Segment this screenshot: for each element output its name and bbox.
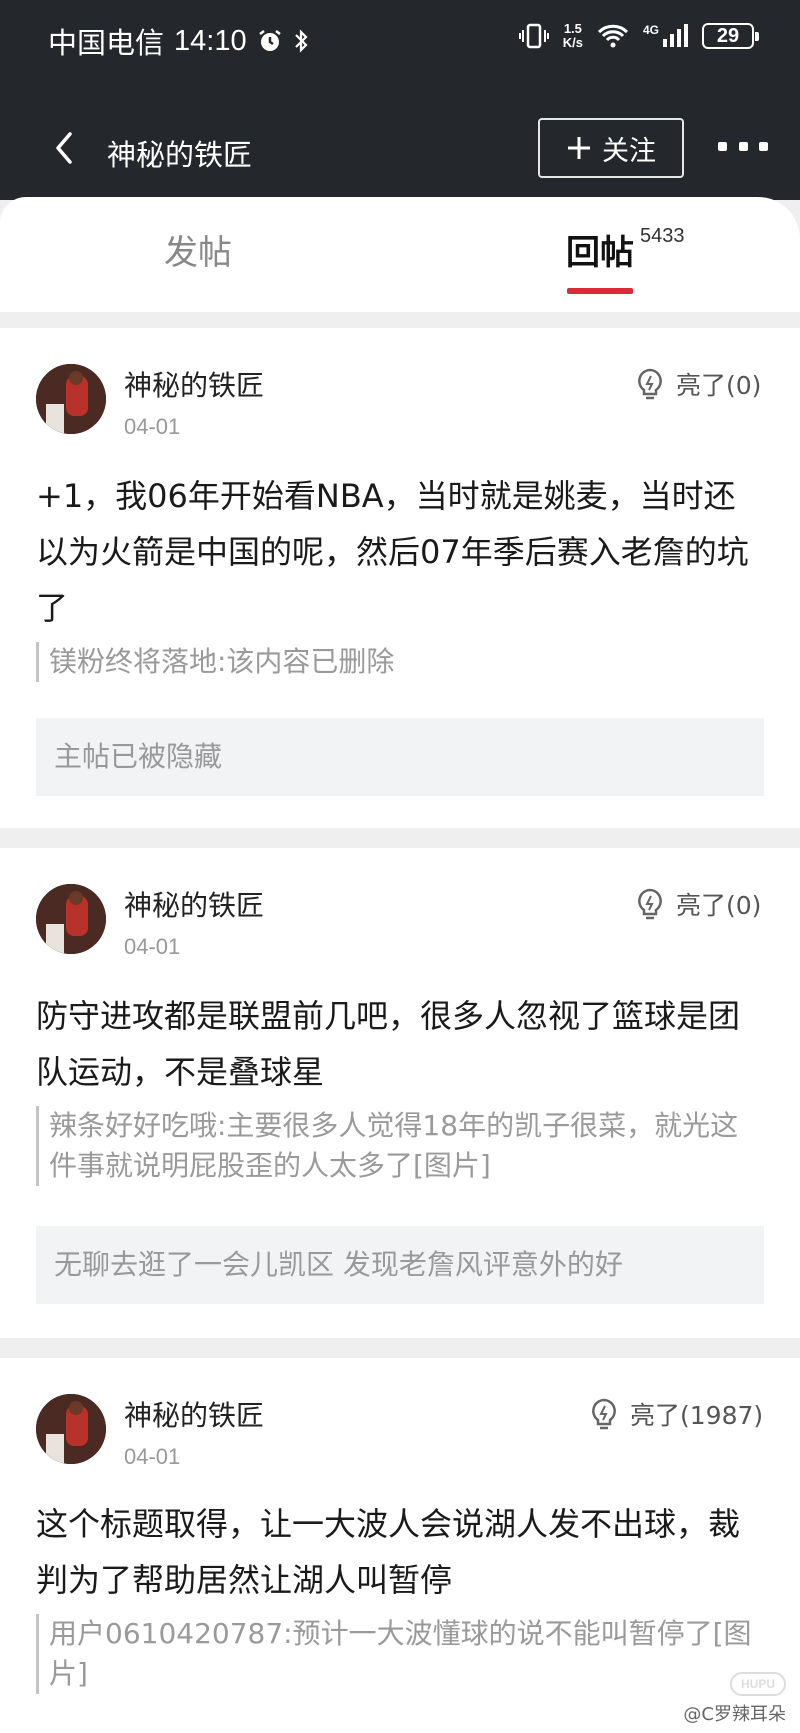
post-text: +1，我06年开始看NBA，当时就是姚麦，当时还以为火箭是中国的呢，然后07年季… <box>36 477 749 627</box>
tab-bar: 发帖 回帖 5433 <box>0 197 800 312</box>
wifi-icon <box>597 24 629 48</box>
post-date: 04-01 <box>124 934 181 959</box>
active-tab-indicator <box>567 288 633 294</box>
bluetooth-icon <box>294 29 308 53</box>
original-thread-link[interactable]: 主帖已被隐藏 <box>36 718 764 796</box>
post-author[interactable]: 神秘的铁匠 <box>124 1394 264 1434</box>
follow-button[interactable]: 关注 <box>538 118 684 178</box>
like-button[interactable]: 亮了(0) <box>636 886 761 922</box>
network-speed: 1.5 K/s <box>562 21 583 50</box>
like-count: 亮了(0) <box>676 371 762 400</box>
hupu-watermark-logo: HUPU <box>730 1672 786 1696</box>
nav-bar: 神秘的铁匠 关注 <box>0 108 800 188</box>
post-author[interactable]: 神秘的铁匠 <box>124 884 264 924</box>
replies-count: 5433 <box>640 225 685 247</box>
tab-posts[interactable]: 发帖 <box>164 225 232 274</box>
lightbulb-icon <box>638 368 662 400</box>
reply-card[interactable]: 神秘的铁匠 04-01 亮了(1987) 这个标题取得，让一大波人会说湖人发不出… <box>0 1358 800 1733</box>
signal-icon <box>663 24 688 47</box>
clock: 14:10 <box>174 24 247 57</box>
network-type: 4G <box>642 23 659 37</box>
battery-indicator: 29 <box>702 23 759 49</box>
reply-card[interactable]: 神秘的铁匠 04-01 亮了(0) 防守进攻都是联盟前几吧，很多人忽视了篮球是团… <box>0 848 800 1338</box>
post-text: 防守进攻都是联盟前几吧，很多人忽视了篮球是团队运动，不是叠球星 <box>36 997 741 1091</box>
quoted-reply[interactable]: 用户0610420787:预计一大波懂球的说不能叫暂停了[图片] <box>36 1614 766 1694</box>
vibrate-icon <box>518 23 549 49</box>
post-author[interactable]: 神秘的铁匠 <box>124 364 264 404</box>
watermark-text: @C罗辣耳朵 <box>683 1704 786 1725</box>
original-thread-link[interactable]: 无聊去逛了一会儿凯区 发现老詹风评意外的好 <box>36 1226 764 1304</box>
post-date: 04-01 <box>124 414 181 439</box>
like-button[interactable]: 亮了(1987) <box>590 1396 763 1432</box>
like-count: 亮了(1987) <box>630 1401 764 1430</box>
post-date: 04-01 <box>124 1444 181 1469</box>
tab-replies[interactable]: 回帖 <box>566 225 634 274</box>
post-text: 这个标题取得，让一大波人会说湖人发不出球，裁判为了帮助居然让湖人叫暂停 <box>36 1505 741 1599</box>
like-button[interactable]: 亮了(0) <box>636 366 761 402</box>
alarm-icon <box>258 30 281 51</box>
reply-card[interactable]: 神秘的铁匠 04-01 亮了(0) +1，我06年开始看NBA，当时就是姚麦，当… <box>0 328 800 828</box>
lightbulb-icon <box>638 888 662 920</box>
like-count: 亮了(0) <box>676 891 762 920</box>
avatar[interactable] <box>36 1394 106 1464</box>
more-menu-icon[interactable] <box>718 136 768 156</box>
back-arrow-icon[interactable] <box>48 128 82 168</box>
plus-icon <box>568 137 590 159</box>
lightbulb-icon <box>592 1398 616 1430</box>
avatar[interactable] <box>36 884 106 954</box>
quoted-reply[interactable]: 辣条好好吃哦:主要很多人觉得18年的凯子很菜，就光这件事就说明屁股歪的人太多了[… <box>36 1106 766 1186</box>
user-name-title: 神秘的铁匠 <box>107 138 253 172</box>
top-header: 中国电信 14:10 1.5 K/s 4G 29 神秘的铁匠 关注 <box>0 0 800 200</box>
avatar[interactable] <box>36 364 106 434</box>
carrier: 中国电信 <box>48 28 165 60</box>
status-bar: 中国电信 14:10 1.5 K/s 4G 29 <box>0 0 800 80</box>
follow-label: 关注 <box>602 135 656 167</box>
quoted-reply[interactable]: 镁粉终将落地:该内容已删除 <box>36 642 766 682</box>
